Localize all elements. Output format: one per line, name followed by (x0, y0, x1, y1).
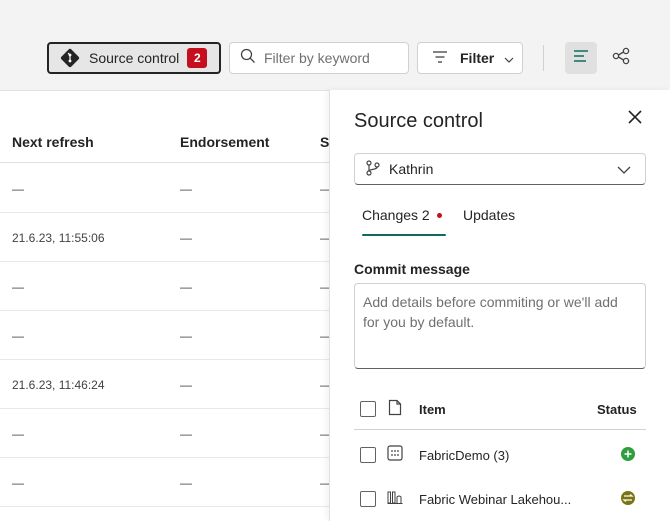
grid-item-icon (387, 445, 403, 464)
next-refresh-cell: — (12, 182, 24, 196)
close-icon (628, 109, 642, 129)
file-icon (388, 399, 402, 419)
column-header-item: Item (419, 402, 446, 417)
endorsement-cell: — (180, 231, 192, 245)
column-header-status: Status (597, 402, 637, 417)
list-item[interactable]: FabricDemo (3) (354, 433, 646, 477)
search-box[interactable] (229, 42, 409, 74)
close-button[interactable] (624, 108, 646, 130)
list-view-icon (572, 48, 590, 69)
next-refresh-cell: — (12, 280, 24, 294)
changes-indicator-dot (437, 213, 442, 218)
toolbar: Source control 2 Filter (0, 0, 670, 90)
endorsement-cell: — (180, 476, 192, 490)
lakehouse-icon (387, 489, 403, 508)
changes-count-badge: 2 (187, 48, 208, 68)
branch-dropdown[interactable]: Kathrin (354, 153, 646, 185)
table-row[interactable]: — — — (0, 409, 330, 458)
endorsement-cell: — (180, 378, 192, 392)
branch-name: Kathrin (389, 161, 434, 177)
filter-icon (432, 50, 448, 66)
item-name: Fabric Webinar Lakehou... (419, 492, 572, 507)
panel-title: Source control (354, 110, 483, 132)
endorsement-cell: — (180, 182, 192, 196)
filter-button[interactable]: Filter (417, 42, 523, 74)
lineage-view-button[interactable] (605, 42, 637, 74)
table-row[interactable]: — — — (0, 262, 330, 311)
column-header-truncated[interactable]: S (320, 134, 329, 150)
next-refresh-cell: 21.6.23, 11:55:06 (12, 231, 105, 245)
table-row[interactable]: — — — (0, 164, 330, 213)
table-row[interactable]: — — — (0, 311, 330, 360)
lineage-icon (612, 47, 630, 70)
commit-message-label: Commit message (354, 261, 470, 277)
table-header: Next refresh Endorsement S (0, 91, 330, 163)
items-header: Item Status (354, 396, 646, 430)
table-row[interactable]: 21.6.23, 11:46:24 — — (0, 360, 330, 409)
source-control-button[interactable]: Source control 2 (47, 42, 221, 74)
next-refresh-cell: — (12, 427, 24, 441)
commit-message-input[interactable] (354, 283, 646, 369)
branch-icon (365, 159, 381, 179)
table-row[interactable]: — — — (0, 458, 330, 507)
git-icon (59, 47, 81, 69)
chevron-down-icon (504, 50, 514, 66)
list-view-button[interactable] (565, 42, 597, 74)
tab-changes[interactable]: Changes 2 (362, 207, 430, 223)
filter-label: Filter (460, 50, 495, 66)
tab-updates[interactable]: Updates (463, 207, 515, 223)
table-row[interactable]: 21.6.23, 11:55:06 — — (0, 213, 330, 262)
item-checkbox[interactable] (360, 491, 376, 507)
added-status-icon (620, 446, 636, 465)
next-refresh-cell: — (12, 476, 24, 490)
search-icon (240, 48, 256, 69)
search-input[interactable] (264, 50, 404, 66)
chevron-down-icon (617, 161, 631, 177)
select-all-checkbox[interactable] (360, 401, 376, 417)
endorsement-cell: — (180, 329, 192, 343)
endorsement-cell: — (180, 427, 192, 441)
active-tab-indicator (362, 234, 446, 236)
endorsement-cell: — (180, 280, 192, 294)
source-control-label: Source control (89, 50, 180, 66)
toolbar-divider (543, 45, 544, 71)
workspace-table: Next refresh Endorsement S — — — 21.6.23… (0, 90, 330, 521)
column-header-next-refresh[interactable]: Next refresh (12, 134, 94, 150)
source-control-panel: Source control Kathrin Changes 2 Updates… (329, 90, 670, 521)
item-name: FabricDemo (3) (419, 448, 510, 463)
list-item[interactable]: Fabric Webinar Lakehou... (354, 477, 646, 521)
modified-status-icon (620, 490, 636, 509)
item-checkbox[interactable] (360, 447, 376, 463)
next-refresh-cell: 21.6.23, 11:46:24 (12, 378, 105, 392)
column-header-endorsement[interactable]: Endorsement (180, 134, 269, 150)
next-refresh-cell: — (12, 329, 24, 343)
